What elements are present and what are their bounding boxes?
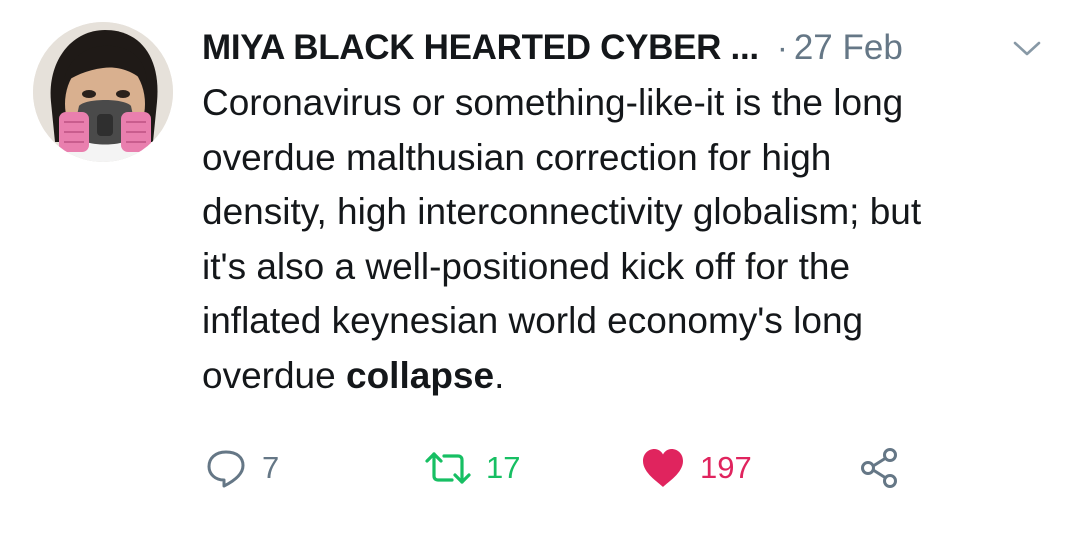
action-bar: 7 17 197 xyxy=(0,440,1080,496)
reply-bubble-icon xyxy=(204,446,248,490)
like-count: 197 xyxy=(700,450,752,485)
tweet-text: Coronavirus or something-like-it is the … xyxy=(202,76,1062,403)
share-button[interactable] xyxy=(858,440,902,496)
avatar[interactable] xyxy=(33,22,173,162)
tweet[interactable]: MIYA BLACK HEARTED CYBER ... · 27 Feb Co… xyxy=(0,0,1080,534)
display-name[interactable]: MIYA BLACK HEARTED CYBER ... xyxy=(202,28,759,68)
retweet-count: 17 xyxy=(486,450,521,485)
retweet-button[interactable]: 17 xyxy=(424,440,520,496)
avatar-image xyxy=(33,22,173,162)
heart-icon xyxy=(640,446,686,490)
timestamp[interactable]: 27 Feb xyxy=(794,28,903,68)
separator-dot: · xyxy=(776,29,788,66)
like-button[interactable]: 197 xyxy=(640,440,752,496)
tweet-text-bold: collapse xyxy=(346,354,495,396)
retweet-arrows-icon xyxy=(424,446,472,490)
tweet-text-main: Coronavirus or something-like-it is the … xyxy=(202,82,922,396)
reply-count: 7 xyxy=(262,450,280,485)
share-nodes-icon xyxy=(858,446,902,490)
tweet-header: MIYA BLACK HEARTED CYBER ... · 27 Feb xyxy=(202,26,903,70)
tweet-text-end: . xyxy=(494,354,505,396)
chevron-down-icon[interactable] xyxy=(1010,34,1044,62)
reply-button[interactable]: 7 xyxy=(204,440,279,496)
